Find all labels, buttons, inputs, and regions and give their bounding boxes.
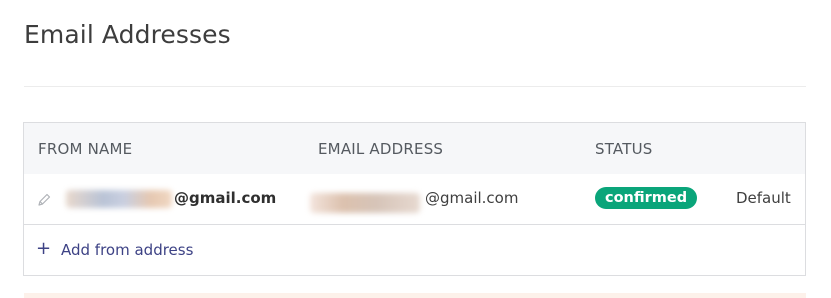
email-addresses-table: FROM NAME EMAIL ADDRESS STATUS @gmail.co…: [23, 122, 806, 276]
email-addresses-page: Email Addresses FROM NAME EMAIL ADDRESS …: [0, 0, 831, 298]
status-badge: confirmed: [595, 187, 698, 209]
email-address-value: @gmail.com: [425, 189, 519, 207]
plus-icon: +: [36, 238, 52, 259]
column-header-status: STATUS: [595, 140, 653, 158]
table-row: @gmail.com @gmail.com confirmed Default: [24, 174, 805, 225]
pencil-icon[interactable]: [36, 192, 52, 208]
title-divider: [24, 86, 806, 87]
default-label: Default: [736, 189, 791, 207]
column-header-from-name: FROM NAME: [38, 140, 133, 158]
table-header: FROM NAME EMAIL ADDRESS STATUS: [24, 123, 805, 174]
from-name-value: @gmail.com: [174, 189, 277, 207]
next-section-edge: [24, 293, 806, 298]
redacted-from-name: [66, 190, 172, 208]
column-header-email-address: EMAIL ADDRESS: [318, 140, 444, 158]
redacted-email-local-part: [310, 193, 420, 213]
add-from-address-label: Add from address: [61, 241, 194, 259]
add-from-address-button[interactable]: + Add from address: [24, 225, 805, 275]
page-title: Email Addresses: [24, 20, 231, 49]
